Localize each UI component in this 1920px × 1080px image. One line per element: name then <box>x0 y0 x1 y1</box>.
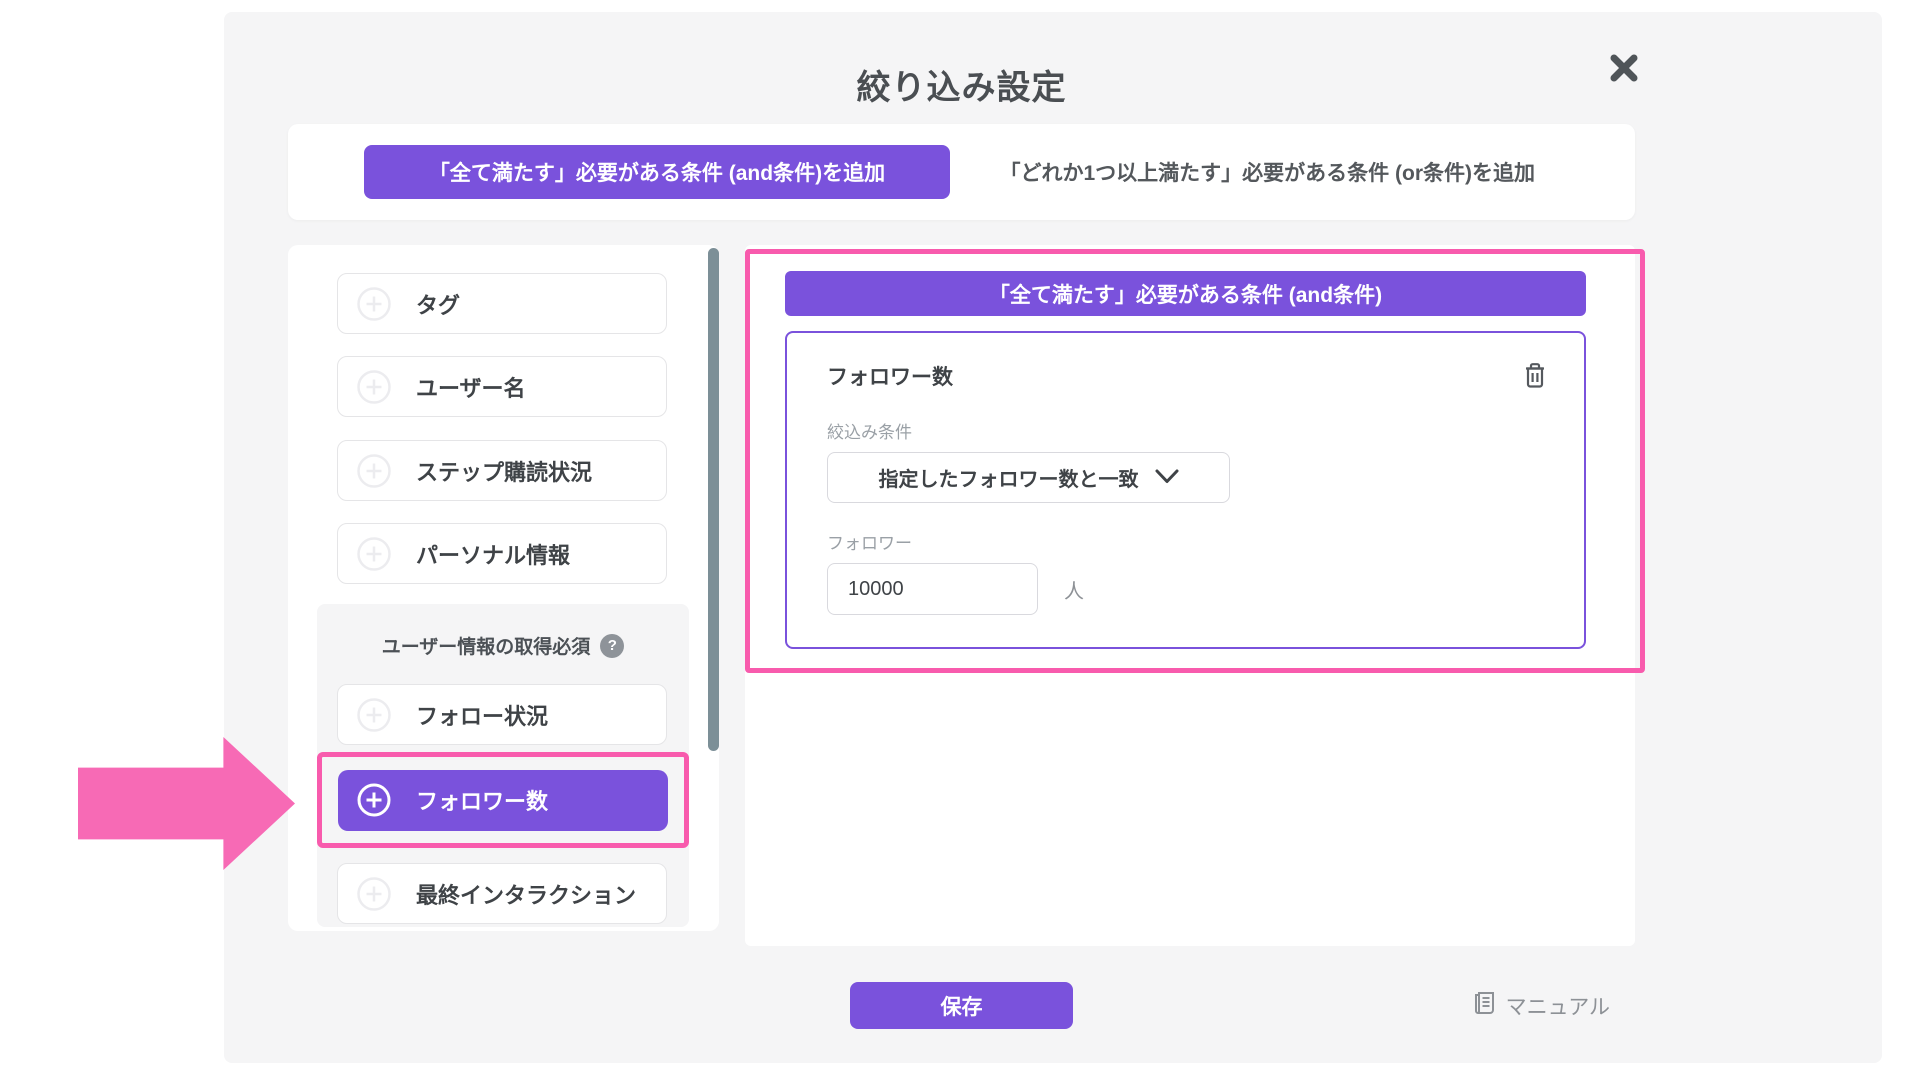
add-and-condition-button[interactable]: 「全て満たす」必要がある条件 (and条件)を追加 <box>364 145 950 199</box>
plus-circle-icon <box>356 286 392 322</box>
modal-footer: 保存 マニュアル <box>288 982 1635 1029</box>
sidebar-item-label: 最終インタラクション <box>416 882 637 908</box>
chevron-down-icon <box>1155 469 1179 489</box>
condition-type-sidebar: タグ ユーザー名 ステップ購読状況 パーソナル情報 ユーザー情報の取得必須 ? … <box>288 245 719 931</box>
and-condition-group-highlight: 「全て満たす」必要がある条件 (and条件) フォロワー数 絞込み条件 指定した… <box>745 249 1645 673</box>
sidebar-item-tag[interactable]: タグ <box>337 273 667 334</box>
delete-condition-button[interactable] <box>1522 361 1548 392</box>
sidebar-item-label: タグ <box>416 292 461 318</box>
sidebar-item-username[interactable]: ユーザー名 <box>337 356 667 417</box>
sidebar-scrollbar[interactable] <box>708 248 719 751</box>
save-button[interactable]: 保存 <box>850 982 1073 1029</box>
close-button[interactable] <box>1602 48 1646 92</box>
manual-icon <box>1472 990 1497 1022</box>
manual-label: マニュアル <box>1505 995 1610 1019</box>
follower-count-input[interactable] <box>827 563 1038 615</box>
page-title: 絞り込み設定 <box>856 69 1067 107</box>
section-header: ユーザー情報の取得必須 ? <box>317 604 689 659</box>
sidebar-item-label: フォロー状況 <box>416 703 549 729</box>
sidebar-item-step-subscription[interactable]: ステップ購読状況 <box>337 440 667 501</box>
sidebar-item-follow-status[interactable]: フォロー状況 <box>337 684 667 745</box>
plus-circle-icon <box>356 453 392 489</box>
plus-circle-icon <box>356 782 392 818</box>
condition-card-follower-count: フォロワー数 絞込み条件 指定したフォロワー数と一致 フォロワー 10000 人 <box>785 331 1586 649</box>
filter-settings-modal: 絞り込み設定 「全て満たす」必要がある条件 (and条件)を追加 「どれか1つ以… <box>224 12 1882 1063</box>
plus-circle-icon <box>356 876 392 912</box>
filter-condition-label: 絞込み条件 <box>827 423 912 442</box>
sidebar-item-label: フォロワー数 <box>416 789 549 814</box>
plus-circle-icon <box>356 369 392 405</box>
plus-circle-icon <box>356 697 392 733</box>
sidebar-item-label: パーソナル情報 <box>416 542 571 568</box>
section-header-label: ユーザー情報の取得必須 <box>381 637 591 658</box>
filter-condition-value: 指定したフォロワー数と一致 <box>878 469 1139 491</box>
and-condition-group-header: 「全て満たす」必要がある条件 (and条件) <box>785 271 1586 316</box>
add-or-condition-button[interactable]: 「どれか1つ以上満たす」必要がある条件 (or条件)を追加 <box>1000 157 1536 187</box>
condition-title: フォロワー数 <box>827 366 953 389</box>
manual-link[interactable]: マニュアル <box>1472 990 1610 1022</box>
sidebar-item-last-interaction[interactable]: 最終インタラクション <box>337 863 667 924</box>
follower-count-label: フォロワー <box>827 534 912 553</box>
user-info-required-section: ユーザー情報の取得必須 ? フォロー状況 フォロワー数 最終インタラクション <box>317 604 689 927</box>
sidebar-item-label: ステップ購読状況 <box>416 459 593 485</box>
follower-count-unit: 人 <box>1064 580 1084 603</box>
page: 絞り込み設定 「全て満たす」必要がある条件 (and条件)を追加 「どれか1つ以… <box>0 0 1920 1080</box>
sidebar-item-personal-info[interactable]: パーソナル情報 <box>337 523 667 584</box>
close-icon <box>1607 51 1641 90</box>
sidebar-item-label: ユーザー名 <box>416 375 526 401</box>
selected-item-highlight: フォロワー数 <box>317 752 689 848</box>
help-icon[interactable]: ? <box>600 633 625 658</box>
plus-circle-icon <box>356 536 392 572</box>
sidebar-item-follower-count[interactable]: フォロワー数 <box>338 769 668 831</box>
add-condition-toolbar: 「全て満たす」必要がある条件 (and条件)を追加 「どれか1つ以上満たす」必要… <box>288 124 1635 220</box>
filter-condition-select[interactable]: 指定したフォロワー数と一致 <box>827 452 1230 503</box>
trash-icon <box>1522 363 1548 392</box>
